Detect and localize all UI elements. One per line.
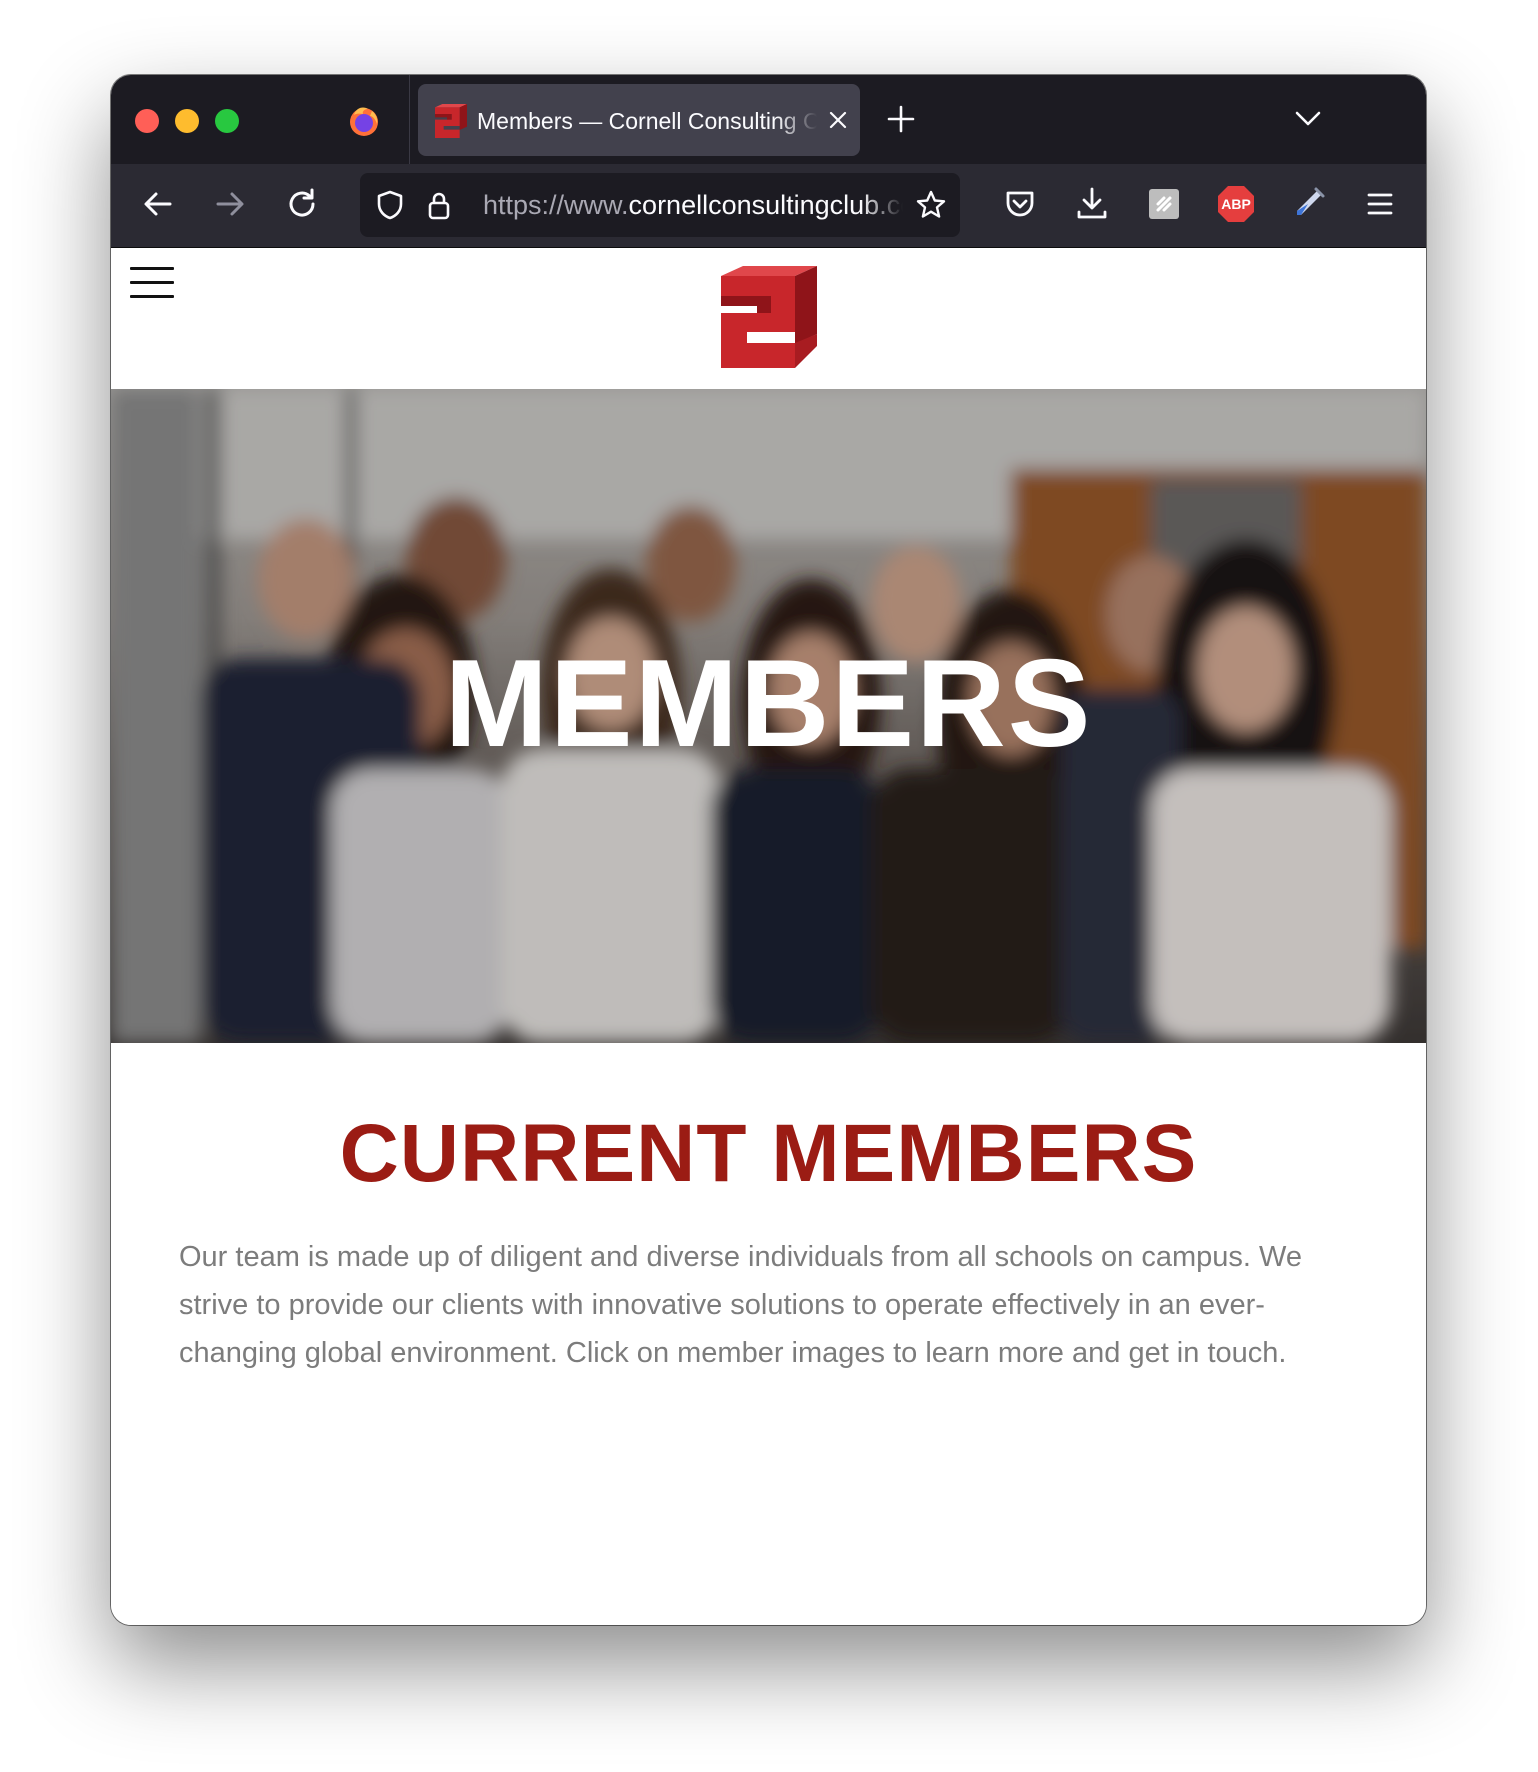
close-icon[interactable] [826,108,850,132]
minimize-window-button[interactable] [175,109,199,133]
url-text[interactable]: https://www.cornellconsultingclub.com/me… [483,189,903,221]
star-icon[interactable] [915,189,947,221]
current-members-heading: CURRENT MEMBERS [339,1108,1198,1199]
chevron-down-icon[interactable] [1294,109,1322,129]
web-page: MEMBERS CURRENT MEMBERS Our team is made… [111,248,1426,1625]
current-members-description: Our team is made up of diligent and dive… [179,1241,1302,1369]
navigation-toolbar: https://www.cornellconsultingclub.com/me… [111,164,1426,248]
plus-icon[interactable] [886,104,916,134]
adblock-label: ABP [1221,196,1251,212]
arrow-right-icon[interactable] [210,184,250,224]
url-bar[interactable]: https://www.cornellconsultingclub.com/me… [360,173,960,237]
download-icon[interactable] [1072,184,1112,224]
cornell-consulting-logo[interactable] [721,266,817,368]
firefox-icon[interactable] [346,103,382,139]
tab-members[interactable]: Members — Cornell Consulting Club [418,84,860,156]
browser-window: Members — Cornell Consulting Club https:… [111,75,1426,1625]
lock-icon[interactable] [423,189,455,221]
menu-icon[interactable] [1360,184,1400,224]
tab-title: Members — Cornell Consulting Club [477,108,817,134]
pocket-icon[interactable] [1000,184,1040,224]
hero-banner: MEMBERS [111,389,1426,1043]
reload-icon[interactable] [282,184,322,224]
extension-icon[interactable] [1144,184,1184,224]
close-window-button[interactable] [135,109,159,133]
url-host: cornellconsultingclub.com/members [628,190,903,220]
tab-bar: Members — Cornell Consulting Club [111,75,1426,164]
hero-title: MEMBERS [444,635,1093,773]
eyedropper-icon[interactable] [1288,184,1328,224]
url-scheme: https://www. [483,190,629,220]
tab-favicon-icon [435,104,467,138]
adblock-icon[interactable]: ABP [1216,184,1256,224]
arrow-left-icon[interactable] [138,184,178,224]
hamburger-menu-icon[interactable] [130,267,174,301]
shield-icon[interactable] [374,189,406,221]
tab-divider [409,75,410,164]
maximize-window-button[interactable] [215,109,239,133]
